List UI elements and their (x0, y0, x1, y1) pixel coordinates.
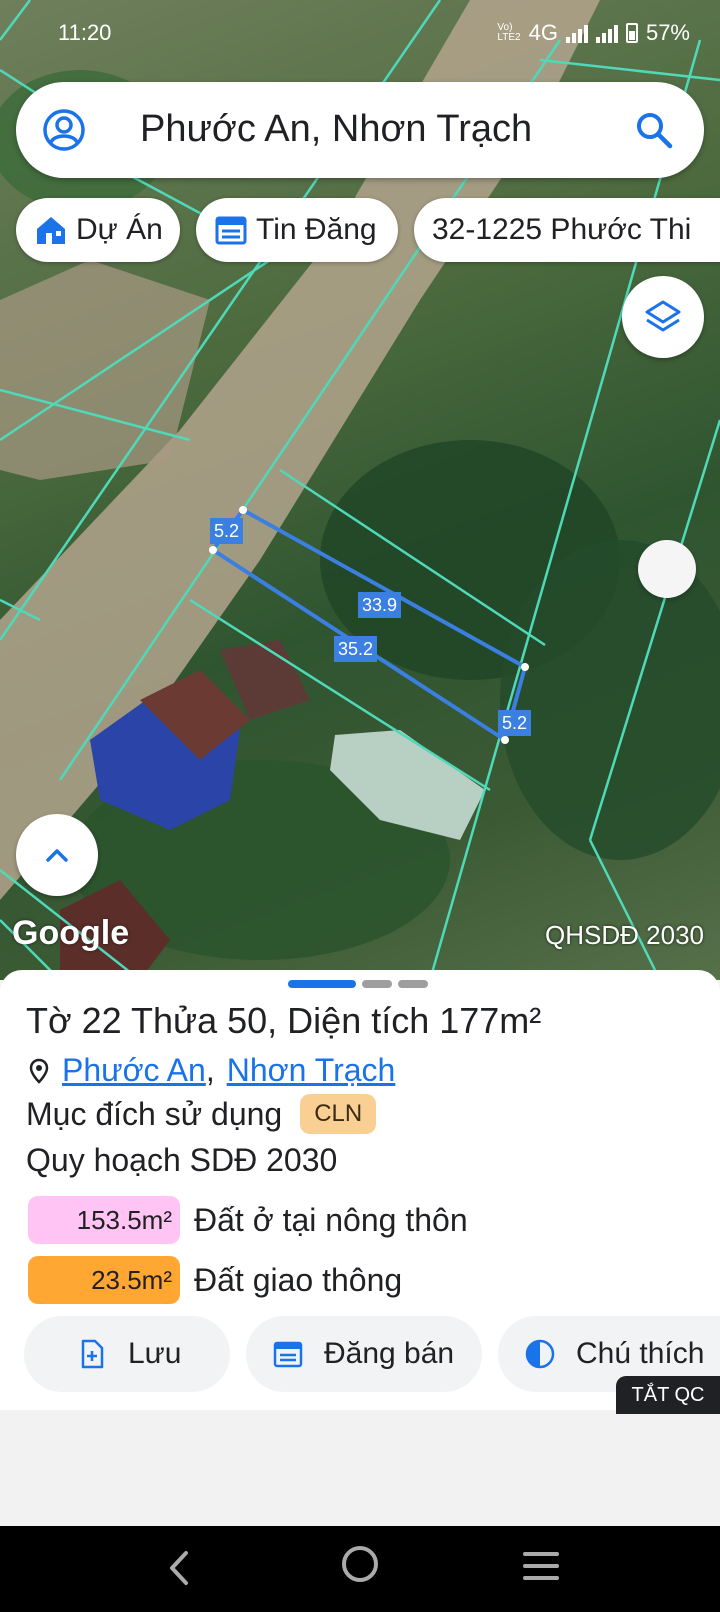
system-nav-bar (0, 1526, 720, 1612)
search-input[interactable]: Phước An, Nhơn Trạch (140, 108, 532, 151)
zone-row: 23.5m² Đất giao thông (28, 1256, 402, 1304)
dimension-label: 5.2 (210, 518, 244, 544)
zone-row: 153.5m² Đất ở tại nông thôn (28, 1196, 468, 1244)
plan-title: Quy hoạch SDĐ 2030 (26, 1142, 338, 1178)
page-indicator (362, 980, 392, 988)
house-icon (37, 217, 65, 244)
location-pin-icon (29, 1058, 49, 1084)
chevron-up-icon (46, 849, 68, 862)
layers-button[interactable] (622, 276, 704, 358)
contrast-icon (525, 1339, 555, 1369)
dimension-label: 35.2 (334, 636, 378, 662)
save-file-icon (81, 1339, 104, 1369)
chip-du-an[interactable]: Dự Án (16, 198, 180, 262)
home-icon[interactable] (342, 1546, 378, 1582)
battery-icon (625, 23, 638, 43)
location-separator: , (205, 1052, 215, 1088)
purpose-label: Mục đích sử dụng (26, 1095, 283, 1132)
google-logo: Google (12, 914, 130, 952)
legend-label: Chú thích (576, 1337, 705, 1370)
volte-icon: Vo) LTE2 (497, 22, 521, 43)
page-indicator-active (288, 980, 356, 988)
search-icon[interactable] (634, 110, 674, 150)
page-indicator (398, 980, 428, 988)
dimension-label: 5.2 (498, 710, 532, 736)
parcel-title: Tờ 22 Thửa 50, Diện tích 177m² (26, 1000, 542, 1041)
post-sale-button[interactable]: Đăng bán (246, 1316, 482, 1392)
map-layer-label: QHSDĐ 2030 (545, 920, 704, 950)
status-time: 11:20 (58, 20, 112, 45)
chip-label: 32-1225 Phước Thi (432, 213, 692, 246)
recent-apps-icon[interactable] (522, 1548, 560, 1584)
land-purpose: Mục đích sử dụng CLN (26, 1094, 377, 1134)
back-icon[interactable] (164, 1548, 194, 1588)
district-link[interactable]: Nhơn Trạch (227, 1052, 396, 1089)
expand-up-button[interactable] (16, 814, 98, 896)
purpose-code-badge: CLN (300, 1094, 377, 1134)
status-bar: 11:20 Vo) LTE2 4G 57% (0, 0, 720, 66)
battery-percent: 57% (645, 20, 690, 45)
map-marker-button[interactable] (638, 540, 696, 598)
ward-link[interactable]: Phước An (62, 1052, 206, 1089)
chip-tin-dang[interactable]: Tin Đăng (196, 198, 398, 262)
save-label: Lưu (128, 1337, 182, 1370)
post-sale-label: Đăng bán (324, 1337, 455, 1370)
chip-label: Dự Án (76, 213, 163, 246)
zone-area: 23.5m² (28, 1256, 180, 1304)
status-icons: Vo) LTE2 4G 57% (497, 20, 690, 46)
calendar-icon (215, 216, 247, 245)
signal-icon (565, 23, 588, 43)
chip-label: Tin Đăng (256, 213, 377, 246)
account-icon[interactable] (42, 108, 86, 152)
zone-area: 153.5m² (28, 1196, 180, 1244)
dimension-label: 33.9 (358, 592, 402, 618)
layers-icon (645, 300, 681, 332)
zone-label: Đất giao thông (194, 1261, 403, 1298)
search-bar[interactable]: Phước An, Nhơn Trạch (16, 82, 704, 178)
parcel-location: Phước An , Nhơn Trạch (26, 1052, 395, 1089)
save-button[interactable]: Lưu (24, 1316, 230, 1392)
chip-parcel-id[interactable]: 32-1225 Phước Thi (414, 198, 720, 262)
network-type: 4G (528, 20, 558, 45)
calendar-icon (273, 1341, 303, 1368)
zone-label: Đất ở tại nông thôn (194, 1201, 468, 1238)
ads-off-button[interactable]: TẮT QC (616, 1376, 720, 1414)
signal-icon (595, 23, 618, 43)
